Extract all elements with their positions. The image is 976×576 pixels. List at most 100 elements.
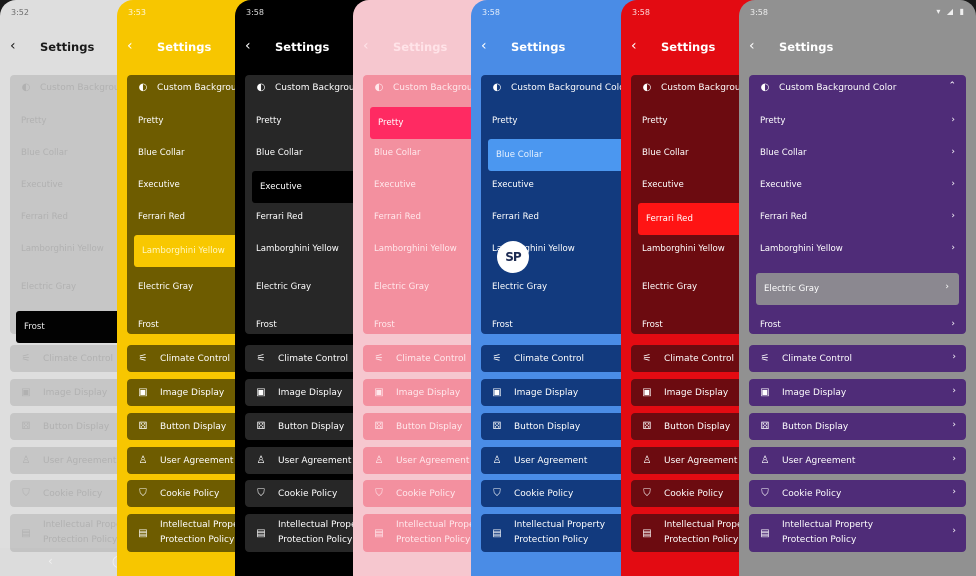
user-icon: ♙: [256, 455, 266, 466]
menu-item-label: Button Display: [664, 421, 731, 432]
page-title: Settings: [157, 40, 212, 54]
chevron-right-icon: ›: [952, 487, 956, 497]
menu-item-dice[interactable]: ⚄ Button Display ›: [749, 413, 966, 440]
shield-icon: ⛉: [643, 488, 651, 499]
back-arrow-icon[interactable]: ‹: [631, 38, 637, 54]
background-option[interactable]: Frost ›: [760, 319, 955, 330]
background-option[interactable]: Ferrari Red ›: [760, 211, 955, 222]
menu-item-label: Image Display: [43, 387, 108, 398]
background-option-label: Electric Gray: [256, 282, 312, 292]
background-option-label: Ferrari Red: [646, 214, 693, 224]
menu-item-label: User Agreement: [43, 455, 117, 466]
watermark-logo: SP: [497, 241, 529, 273]
image-icon: ▣: [642, 387, 652, 398]
sliders-icon: ⚟: [374, 353, 384, 364]
background-option[interactable]: Pretty ›: [760, 115, 955, 126]
background-option-label: Blue Collar: [21, 148, 68, 158]
background-option-label: Electric Gray: [492, 282, 548, 292]
background-option-label: Pretty: [642, 116, 668, 126]
background-option-label: Ferrari Red: [760, 212, 807, 222]
back-arrow-icon[interactable]: ‹: [10, 38, 16, 54]
background-option-label: Blue Collar: [374, 148, 421, 158]
back-arrow-icon[interactable]: ‹: [245, 38, 251, 54]
image-icon: ▣: [760, 387, 770, 398]
custom-background-header[interactable]: ◐ Custom Background Color ⌃: [749, 75, 966, 100]
dice-icon: ⚄: [21, 421, 31, 432]
chevron-right-icon: ›: [951, 319, 955, 329]
menu-item-user[interactable]: ♙ User Agreement ›: [749, 447, 966, 474]
background-option-label: Frost: [24, 322, 45, 332]
menu-item-label: User Agreement: [160, 455, 234, 466]
menu-item-label: Climate Control: [664, 353, 735, 364]
status-time: 3:58: [482, 8, 500, 17]
background-option[interactable]: Lamborghini Yellow ›: [760, 243, 955, 254]
menu-item-label: User Agreement: [514, 455, 588, 466]
menu-item-label: User Agreement: [664, 455, 738, 466]
background-option-label: Ferrari Red: [138, 212, 185, 222]
dice-icon: ⚄: [642, 421, 652, 432]
background-option-label: Frost: [642, 320, 663, 330]
image-icon: ▣: [374, 387, 384, 398]
page-title: Settings: [393, 40, 448, 54]
background-option-label: Blue Collar: [642, 148, 689, 158]
menu-item-shield[interactable]: ⛉ Cookie Policy ›: [749, 480, 966, 507]
chevron-up-icon: ⌃: [948, 81, 956, 91]
menu-item-label: Cookie Policy: [396, 488, 456, 499]
back-arrow-icon[interactable]: ‹: [363, 38, 369, 54]
settings-theme-collage: 3:52 ‹ Settings ◐ Custom Background Color ⌃ Pr…: [0, 0, 976, 576]
palette-icon: ◐: [760, 82, 770, 93]
background-option-label: Electric Gray: [642, 282, 698, 292]
background-option-label: Lamborghini Yellow: [760, 244, 843, 254]
background-option-label: Pretty: [138, 116, 164, 126]
background-option-label: Frost: [374, 320, 395, 330]
background-option-label: Blue Collar: [496, 150, 543, 160]
background-option-label: Executive: [21, 180, 63, 190]
background-option-label: Frost: [760, 320, 781, 330]
chevron-right-icon: ›: [951, 243, 955, 253]
palette-icon: ◐: [21, 82, 31, 93]
ip-document-icon: ▤: [492, 527, 502, 539]
menu-item-label: Climate Control: [782, 353, 853, 364]
background-option-selected[interactable]: Electric Gray ›: [756, 273, 959, 305]
status-time: 3:58: [246, 8, 264, 17]
background-option-label: Blue Collar: [256, 148, 303, 158]
background-option-label: Executive: [492, 180, 534, 190]
background-option-label: Lamborghini Yellow: [142, 246, 225, 256]
user-icon: ♙: [492, 455, 502, 466]
page-title: Settings: [661, 40, 716, 54]
chevron-right-icon: ›: [951, 179, 955, 189]
page-title: Settings: [40, 40, 95, 54]
menu-item-ip-document[interactable]: ▤ Intellectual Property Protection Policy…: [749, 514, 966, 552]
ip-document-icon: ▤: [374, 527, 384, 539]
sliders-icon: ⚟: [760, 353, 770, 364]
menu-item-label: Climate Control: [43, 353, 114, 364]
back-arrow-icon[interactable]: ‹: [481, 38, 487, 54]
back-arrow-icon[interactable]: ‹: [127, 38, 133, 54]
menu-item-label: Image Display: [160, 387, 225, 398]
background-option[interactable]: Executive ›: [760, 179, 955, 190]
background-option-label: Frost: [138, 320, 159, 330]
ip-document-icon: ▤: [21, 527, 31, 539]
back-arrow-icon[interactable]: ‹: [749, 38, 755, 54]
background-option[interactable]: Blue Collar ›: [760, 147, 955, 158]
custom-background-label: Custom Background Color: [511, 82, 629, 93]
menu-item-image[interactable]: ▣ Image Display ›: [749, 379, 966, 406]
chevron-right-icon: ›: [951, 211, 955, 221]
background-option-label: Lamborghini Yellow: [374, 244, 457, 254]
background-option-label: Pretty: [256, 116, 282, 126]
shield-icon: ⛉: [493, 488, 501, 499]
shield-icon: ⛉: [139, 488, 147, 499]
background-option-label: Lamborghini Yellow: [21, 244, 104, 254]
palette-icon: ◐: [642, 82, 652, 93]
custom-background-label: Custom Background Color: [779, 82, 897, 93]
dice-icon: ⚄: [492, 421, 502, 432]
menu-item-label: Cookie Policy: [160, 488, 220, 499]
menu-item-sliders[interactable]: ⚟ Climate Control ›: [749, 345, 966, 372]
image-icon: ▣: [138, 387, 148, 398]
menu-item-label: Cookie Policy: [664, 488, 724, 499]
sliders-icon: ⚟: [492, 353, 502, 364]
status-time: 3:58: [750, 8, 768, 17]
dice-icon: ⚄: [760, 421, 770, 432]
image-icon: ▣: [492, 387, 502, 398]
dice-icon: ⚄: [256, 421, 266, 432]
